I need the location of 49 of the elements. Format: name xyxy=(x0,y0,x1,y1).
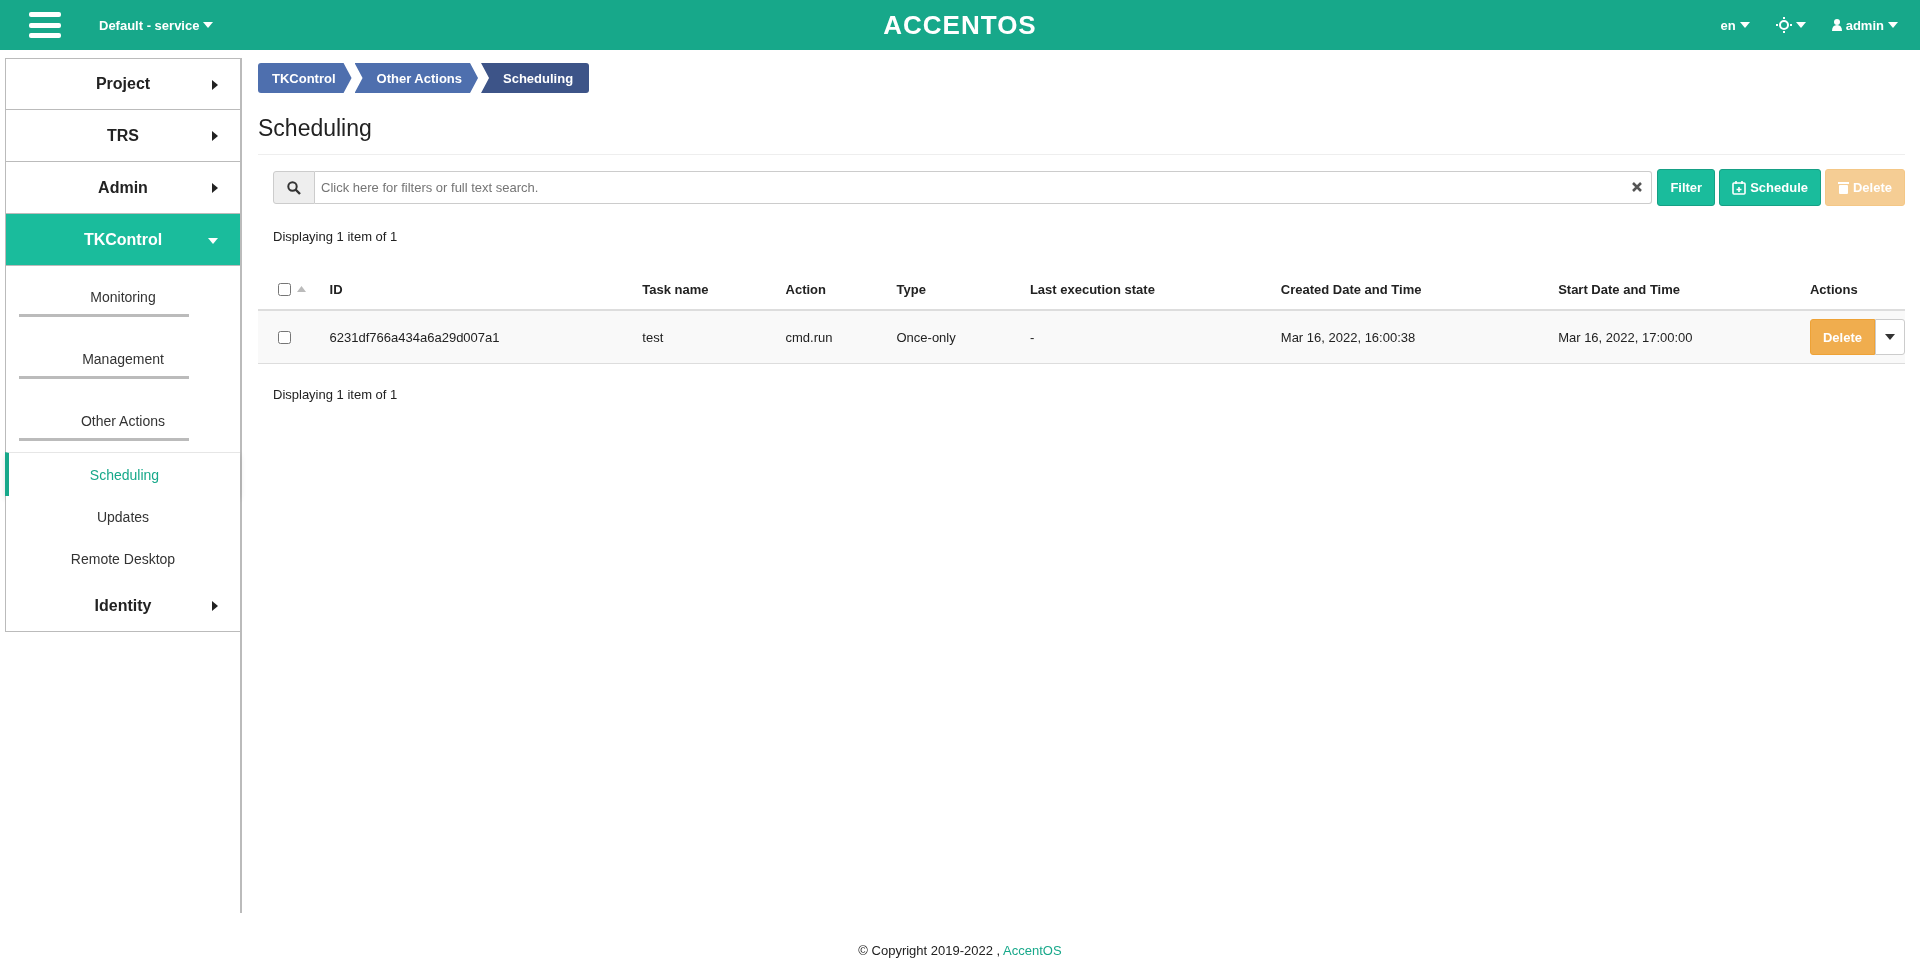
table-cell: Once-only xyxy=(896,329,956,345)
clear-icon[interactable] xyxy=(1632,182,1643,192)
logo: ACCENTOS xyxy=(883,9,1037,41)
column-header: Actions xyxy=(1809,281,1858,297)
caret-icon xyxy=(1795,22,1806,28)
search-icon xyxy=(287,180,301,195)
caret-icon xyxy=(1888,22,1898,28)
column-header: Start Date and Time xyxy=(1558,281,1680,297)
sidebar-section[interactable]: Project xyxy=(5,58,240,110)
table-cell: Mar 16, 2022, 16:00:38 xyxy=(1280,329,1416,345)
table-cell: test xyxy=(642,329,664,345)
sidebar-item[interactable]: Scheduling xyxy=(5,452,240,496)
item-count: Displaying 1 item of 1 xyxy=(272,386,399,404)
footer-link[interactable]: AccentOS xyxy=(1003,943,1062,958)
table-cell: - xyxy=(1029,329,1035,345)
sidebar-section[interactable]: Identity xyxy=(5,580,240,632)
calendar-plus-icon xyxy=(1732,180,1747,195)
search-field[interactable]: Click here for filters or full text search. xyxy=(315,171,1653,204)
breadcrumb-item[interactable]: Scheduling xyxy=(481,63,590,93)
column-header: Action xyxy=(785,281,826,297)
project-dropdown[interactable]: Default - service xyxy=(93,16,220,34)
caret-icon xyxy=(1739,22,1750,28)
copyright-text: © Copyright 2019-2022 , xyxy=(858,943,1001,958)
column-header: Task name xyxy=(642,281,709,297)
table-cell: Mar 16, 2022, 17:00:00 xyxy=(1558,329,1693,345)
user-icon xyxy=(1831,19,1842,31)
page-title: Scheduling xyxy=(258,115,1905,155)
menu-icon[interactable] xyxy=(29,12,61,38)
sun-icon xyxy=(1775,17,1792,33)
item-count: Displaying 1 item of 1 xyxy=(272,228,399,246)
theme-dropdown[interactable] xyxy=(1775,17,1806,33)
breadcrumb-item[interactable]: Other Actions xyxy=(354,63,479,93)
column-header: Created Date and Time xyxy=(1280,281,1422,297)
column-header: Last execution state xyxy=(1029,281,1155,297)
table-cell: 6231df766a434a6a29d007a1 xyxy=(329,329,500,345)
sidebar-section[interactable]: TRS xyxy=(5,110,240,162)
trash-icon xyxy=(1837,181,1849,194)
table-cell: cmd.run xyxy=(785,329,833,345)
search-button[interactable] xyxy=(273,171,315,204)
column-header: ID xyxy=(329,281,343,297)
breadcrumb-item[interactable]: TKControl xyxy=(258,63,352,93)
language-dropdown[interactable]: en xyxy=(1720,17,1750,33)
sidebar-section[interactable]: Admin xyxy=(5,162,240,214)
select-all-checkbox[interactable] xyxy=(278,282,291,296)
more-actions-button[interactable] xyxy=(1875,319,1905,355)
caret-icon xyxy=(203,22,214,28)
user-dropdown[interactable]: admin xyxy=(1831,17,1898,33)
row-checkbox[interactable] xyxy=(278,330,291,344)
column-header: Type xyxy=(896,281,926,297)
